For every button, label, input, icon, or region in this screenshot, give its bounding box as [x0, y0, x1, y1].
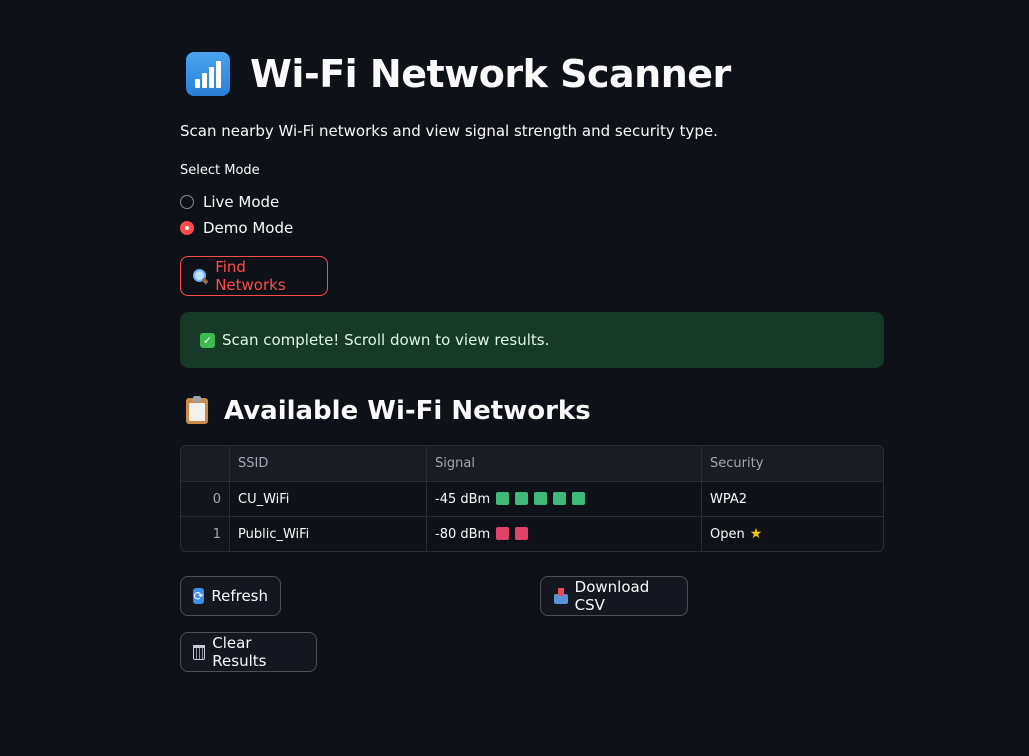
- ssid-cell[interactable]: CU_WiFi: [229, 481, 427, 517]
- mode-label: Select Mode: [180, 163, 260, 178]
- signal-bars: [490, 526, 529, 542]
- column-header-security[interactable]: Security: [701, 446, 883, 482]
- signal-text: -45 dBm: [435, 491, 491, 507]
- magnifier-icon: [193, 269, 207, 283]
- page-header: Wi-Fi Network Scanner: [186, 52, 731, 96]
- check-mark-icon: ✓: [200, 332, 215, 348]
- refresh-label: Refresh: [211, 587, 268, 605]
- clear-results-label: Clear Results: [212, 634, 267, 670]
- signal-square-icon: [534, 491, 548, 505]
- clear-results-button[interactable]: Clear Results: [180, 632, 317, 672]
- radio-demo-mode[interactable]: Demo Mode: [180, 219, 293, 237]
- security-cell[interactable]: WPA2: [701, 481, 883, 517]
- signal-square-icon: [496, 526, 510, 540]
- find-networks-label: Find Networks: [215, 258, 286, 294]
- security-text: WPA2: [710, 491, 748, 507]
- radio-circle-checked-icon[interactable]: [180, 221, 194, 235]
- table-header-row: SSID Signal Security: [181, 446, 883, 482]
- signal-square-icon: [553, 491, 567, 505]
- signal-square-icon: [515, 526, 529, 540]
- refresh-icon: ⟳: [193, 588, 205, 604]
- radio-circle-icon[interactable]: [180, 195, 194, 209]
- success-message: Scan complete! Scroll down to view resul…: [222, 331, 550, 349]
- signal-cell[interactable]: -45 dBm: [426, 481, 702, 517]
- clipboard-icon: [186, 396, 208, 424]
- table-row[interactable]: 1 Public_WiFi -80 dBm Open ★: [181, 516, 884, 552]
- results-header: Available Wi-Fi Networks: [186, 396, 591, 426]
- download-csv-button[interactable]: Download CSV: [540, 576, 688, 616]
- star-icon: ★: [749, 526, 763, 542]
- page-title: Wi-Fi Network Scanner: [250, 52, 731, 96]
- page-subtitle: Scan nearby Wi-Fi networks and view sign…: [180, 122, 718, 140]
- radio-live-mode-label: Live Mode: [203, 193, 280, 211]
- success-alert: ✓ Scan complete! Scroll down to view res…: [180, 312, 884, 368]
- download-csv-label: Download CSV: [574, 578, 650, 614]
- security-text: Open: [710, 527, 745, 542]
- column-header-signal[interactable]: Signal: [426, 446, 702, 482]
- signal-bars: [490, 491, 586, 507]
- inbox-tray-icon: [553, 588, 568, 604]
- refresh-button[interactable]: ⟳ Refresh: [180, 576, 281, 616]
- ssid-cell[interactable]: Public_WiFi: [229, 516, 427, 551]
- results-title: Available Wi-Fi Networks: [224, 396, 591, 426]
- radio-live-mode[interactable]: Live Mode: [180, 193, 279, 211]
- signal-square-icon: [515, 491, 529, 505]
- row-index: 1: [181, 516, 230, 551]
- table-row[interactable]: 0 CU_WiFi -45 dBm WPA2: [181, 481, 883, 517]
- signal-square-icon: [572, 491, 586, 505]
- find-networks-button[interactable]: Find Networks: [180, 256, 328, 296]
- signal-square-icon: [496, 491, 510, 505]
- signal-text: -80 dBm: [435, 526, 491, 542]
- row-index: 0: [181, 481, 230, 517]
- security-cell[interactable]: Open ★: [702, 517, 884, 552]
- signal-cell[interactable]: -80 dBm: [426, 516, 702, 551]
- column-header-ssid[interactable]: SSID: [229, 446, 427, 482]
- networks-table[interactable]: SSID Signal Security 0 CU_WiFi -45 dBm W…: [180, 445, 884, 552]
- column-header-index[interactable]: [181, 446, 230, 482]
- bar-chart-icon: [186, 52, 230, 96]
- wastebasket-icon: [193, 644, 206, 660]
- radio-demo-mode-label: Demo Mode: [203, 219, 294, 237]
